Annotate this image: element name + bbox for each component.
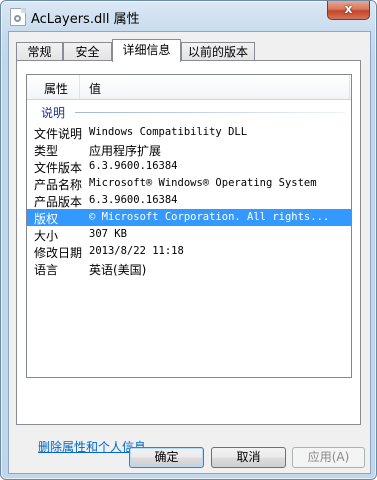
row-key: 文件版本 [34, 161, 83, 175]
list-row[interactable]: 产品名称 Microsoft® Windows® Operating Syste… [27, 175, 351, 192]
column-header-property[interactable]: 属性 [44, 80, 68, 97]
group-divider [75, 112, 345, 113]
group-header-description: 说明 [41, 106, 66, 120]
apply-button[interactable]: 应用(A) [292, 447, 365, 468]
row-key: 语言 [34, 263, 59, 277]
list-row-selected[interactable]: 版权 © Microsoft Corporation. All rights..… [27, 209, 351, 226]
properties-window: AcLayers.dll 属性 x 常规 安全 详细信息 以前的版本 属性 值 … [0, 0, 377, 480]
row-key: 类型 [34, 144, 59, 158]
row-value: 英语(美国) [89, 263, 147, 277]
list-row[interactable]: 语言 英语(美国) [27, 260, 351, 277]
list-row[interactable]: 大小 307 KB [27, 226, 351, 243]
details-panel: 属性 值 说明 文件说明 Windows Compatibility DLL 类… [16, 60, 361, 454]
tab-details[interactable]: 详细信息 [112, 39, 181, 62]
cancel-button[interactable]: 取消 [211, 447, 286, 468]
list-row[interactable]: 类型 应用程序扩展 [27, 141, 351, 158]
list-header: 属性 值 [27, 75, 351, 100]
row-value: Microsoft® Windows® Operating System [89, 177, 317, 189]
dialog-client-area: 常规 安全 详细信息 以前的版本 属性 值 说明 文件说明 Windows Co… [8, 31, 371, 474]
row-value: 2013/8/22 11:18 [89, 245, 184, 257]
tab-security[interactable]: 安全 [63, 42, 112, 61]
title-bar[interactable]: AcLayers.dll 属性 x [1, 1, 376, 31]
row-key: 产品版本 [34, 195, 83, 209]
row-value: 应用程序扩展 [89, 144, 162, 158]
list-row[interactable]: 文件版本 6.3.9600.16384 [27, 158, 351, 175]
row-value: 6.3.9600.16384 [89, 160, 178, 172]
properties-list[interactable]: 属性 值 说明 文件说明 Windows Compatibility DLL 类… [26, 74, 352, 378]
row-value: © Microsoft Corporation. All rights... [89, 211, 330, 223]
row-key: 大小 [34, 229, 59, 243]
dll-file-icon [10, 8, 26, 26]
tab-previous-versions[interactable]: 以前的版本 [181, 42, 255, 61]
row-value: 6.3.9600.16384 [89, 194, 178, 206]
row-key: 产品名称 [34, 178, 83, 192]
row-value: Windows Compatibility DLL [89, 126, 248, 138]
list-row[interactable]: 文件说明 Windows Compatibility DLL [27, 124, 351, 141]
column-header-value[interactable]: 值 [89, 80, 101, 97]
window-title: AcLayers.dll 属性 [31, 12, 140, 27]
row-key: 版权 [34, 212, 59, 226]
list-row[interactable]: 产品版本 6.3.9600.16384 [27, 192, 351, 209]
ok-button[interactable]: 确定 [129, 447, 204, 468]
close-button[interactable]: x [327, 1, 370, 20]
row-key: 文件说明 [34, 127, 83, 141]
list-row[interactable]: 修改日期 2013/8/22 11:18 [27, 243, 351, 260]
tab-general[interactable]: 常规 [16, 42, 63, 61]
row-value: 307 KB [89, 228, 127, 240]
row-key: 修改日期 [34, 246, 83, 260]
